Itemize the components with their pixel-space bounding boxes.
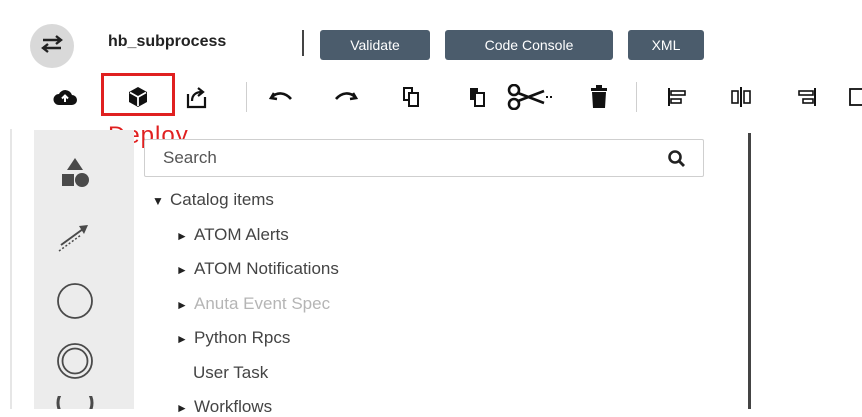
align-right-icon[interactable] [794, 84, 820, 110]
xml-button[interactable]: XML [628, 30, 704, 60]
end-event-icon[interactable] [52, 396, 98, 409]
cut-icon[interactable] [506, 84, 556, 110]
tree-item-workflows[interactable]: ► Workflows [176, 397, 272, 417]
delete-icon[interactable] [586, 84, 612, 110]
align-center-icon[interactable] [728, 84, 754, 110]
tree-group-catalog-items[interactable]: ▼ Catalog items [152, 190, 274, 210]
caret-right-icon: ► [176, 332, 188, 346]
search-icon[interactable] [667, 149, 687, 174]
shapes-icon[interactable] [52, 150, 98, 196]
title-divider [302, 30, 304, 56]
palette-search-box [144, 139, 704, 177]
cloud-upload-icon[interactable] [52, 84, 78, 110]
paste-icon[interactable] [464, 84, 490, 110]
tree-item-anuta-event-spec[interactable]: ► Anuta Event Spec [176, 294, 330, 314]
connector-arrow-icon[interactable] [52, 214, 98, 260]
undo-icon[interactable] [268, 84, 294, 110]
rail-border [10, 129, 12, 409]
tree-group-label: Catalog items [170, 190, 274, 209]
tree-item-label: User Task [193, 363, 269, 382]
caret-right-icon: ► [176, 263, 188, 277]
toolbar-separator [636, 82, 637, 112]
redo-icon[interactable] [333, 84, 359, 110]
intermediate-event-circle-icon[interactable] [52, 338, 98, 384]
tree-item-user-task[interactable]: User Task [193, 363, 268, 383]
caret-right-icon: ► [176, 401, 188, 415]
deploy-highlight-box [101, 73, 175, 116]
process-title: hb_subprocess [108, 33, 227, 50]
canvas-divider [748, 133, 751, 409]
swap-arrows-icon [39, 34, 65, 59]
tree-item-atom-alerts[interactable]: ► ATOM Alerts [176, 225, 289, 245]
element-rail [34, 130, 134, 409]
tree-item-label: ATOM Notifications [194, 259, 339, 278]
tree-item-label: Workflows [194, 397, 273, 416]
caret-right-icon: ► [176, 229, 188, 243]
align-left-icon[interactable] [664, 84, 690, 110]
validate-button[interactable]: Validate [320, 30, 430, 60]
swap-toggle-button[interactable] [30, 24, 74, 68]
caret-right-icon: ► [176, 298, 188, 312]
toolbar-separator [246, 82, 247, 112]
tree-item-label: Python Rpcs [194, 328, 291, 347]
caret-down-icon: ▼ [152, 194, 164, 208]
tree-item-label: ATOM Alerts [194, 225, 289, 244]
search-input[interactable] [163, 146, 643, 170]
start-event-circle-icon[interactable] [52, 278, 98, 324]
tree-item-python-rpcs[interactable]: ► Python Rpcs [176, 328, 290, 348]
copy-icon[interactable] [398, 84, 424, 110]
tree-item-label: Anuta Event Spec [194, 294, 331, 313]
export-icon[interactable] [184, 84, 210, 110]
code-console-button[interactable]: Code Console [445, 30, 613, 60]
tree-item-atom-notifications[interactable]: ► ATOM Notifications [176, 259, 339, 279]
align-top-icon[interactable] [848, 84, 862, 110]
